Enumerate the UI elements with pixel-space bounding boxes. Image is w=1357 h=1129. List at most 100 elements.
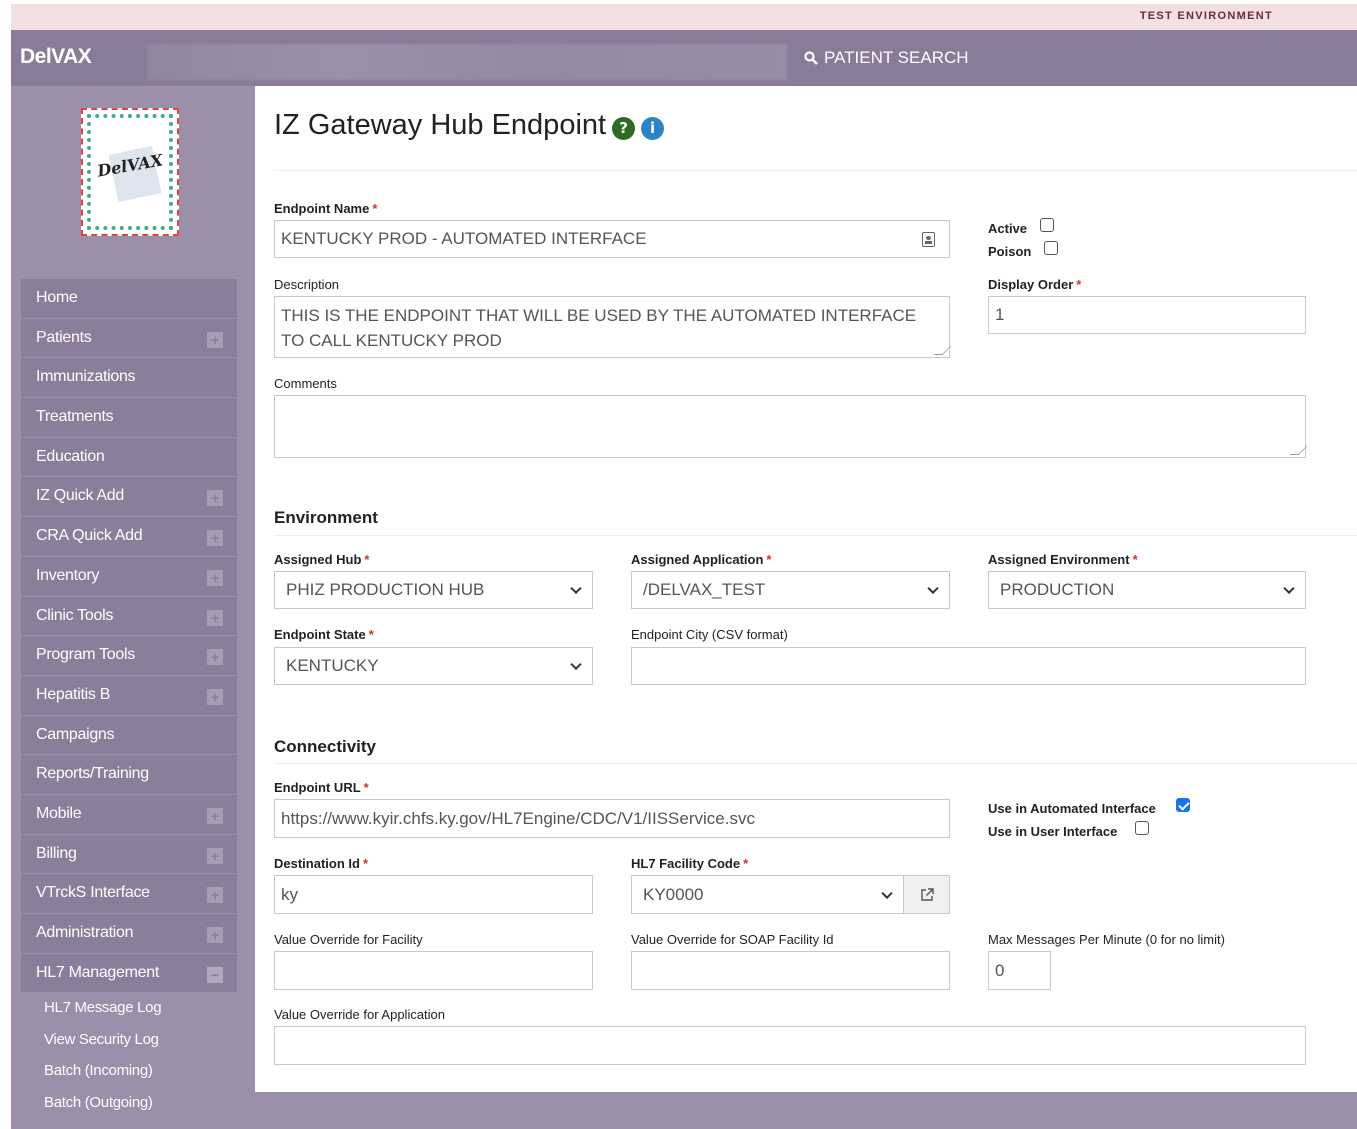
sidebar-item-cra-quick-add[interactable]: CRA Quick Add +: [21, 517, 237, 556]
environment-divider: [274, 535, 1357, 536]
sidebar-item-hl7-management[interactable]: HL7 Management −: [21, 953, 237, 993]
expand-icon[interactable]: +: [207, 649, 223, 666]
use-user-checkbox[interactable]: [1135, 821, 1149, 835]
expand-icon[interactable]: +: [207, 530, 223, 547]
sidebar-item-home[interactable]: Home: [21, 279, 237, 318]
sidebar-item-inventory[interactable]: Inventory +: [21, 556, 237, 596]
sidebar-item-immunizations[interactable]: Immunizations: [21, 358, 237, 398]
environment-section-title: Environment: [274, 508, 378, 527]
expand-icon[interactable]: +: [207, 927, 223, 943]
sidebar-item-label: Treatments: [36, 408, 114, 426]
sidebar-item-label: Campaigns: [36, 725, 115, 743]
use-automated-checkbox[interactable]: [1176, 798, 1190, 812]
sidebar-subitem-hl7-message-log[interactable]: HL7 Message Log: [21, 993, 237, 1025]
sidebar-item-label: Patients: [36, 328, 92, 346]
question-circle-icon[interactable]: ?: [612, 117, 636, 140]
endpoint-url-label: Endpoint URL *: [274, 780, 369, 795]
active-label: Active: [988, 221, 1028, 236]
sidebar-item-patients[interactable]: Patients +: [21, 318, 237, 358]
chevron-down-icon: [927, 582, 939, 595]
max-messages-input[interactable]: 0: [988, 951, 1051, 990]
endpoint-name-input[interactable]: KENTUCKY PROD - AUTOMATED INTERFACE: [274, 220, 950, 258]
poison-checkbox[interactable]: [1044, 241, 1058, 255]
brand-name[interactable]: DelVAX: [20, 45, 92, 69]
hl7-facility-code-select[interactable]: KY0000: [631, 875, 904, 914]
sidebar-subitem-batch-incoming-[interactable]: Batch (Incoming): [21, 1056, 237, 1088]
description-label: Description: [274, 277, 340, 292]
endpoint-city-input[interactable]: [631, 647, 1306, 685]
title-divider: [274, 170, 1357, 171]
sidebar-subitem-view-security-log[interactable]: View Security Log: [21, 1024, 237, 1057]
expand-icon[interactable]: +: [207, 490, 223, 507]
top-navbar: DelVAX PATIENT SEARCH: [11, 30, 1357, 86]
sidebar: DelVAX Home Patients + Immunizations Treatme…: [11, 86, 255, 1129]
expand-icon[interactable]: +: [207, 569, 223, 586]
comments-textarea[interactable]: [274, 395, 1308, 458]
assigned-hub-label: Assigned Hub *: [274, 552, 370, 567]
hl7-facility-code-label: HL7 Facility Code *: [631, 856, 749, 871]
expand-icon[interactable]: +: [207, 688, 223, 705]
active-checkbox[interactable]: [1040, 218, 1054, 232]
destination-id-input[interactable]: ky: [274, 875, 593, 914]
sidebar-nav: Home Patients + Immunizations Treatments Educ…: [21, 279, 237, 1120]
override-application-input[interactable]: [274, 1026, 1306, 1065]
external-link-icon: [921, 888, 934, 901]
sidebar-item-label: Immunizations: [36, 368, 136, 386]
sidebar-item-label: Clinic Tools: [36, 606, 114, 624]
sidebar-item-label: Administration: [36, 924, 134, 941]
sidebar-item-administration[interactable]: Administration +: [21, 914, 237, 953]
sidebar-item-mobile[interactable]: Mobile +: [21, 794, 237, 834]
assigned-environment-select[interactable]: PRODUCTION: [988, 571, 1306, 609]
sidebar-item-reports-training[interactable]: Reports/Training: [21, 755, 237, 794]
sidebar-item-clinic-tools[interactable]: Clinic Tools +: [21, 596, 237, 636]
override-application-label: Value Override for Application: [274, 1007, 446, 1022]
sidebar-item-label: Program Tools: [36, 646, 135, 664]
footer-bar: [255, 1092, 1357, 1129]
sidebar-item-label: Reports/Training: [36, 765, 149, 783]
sidebar-item-education[interactable]: Education: [21, 437, 237, 477]
info-circle-icon[interactable]: i: [641, 117, 665, 140]
sidebar-item-iz-quick-add[interactable]: IZ Quick Add +: [21, 477, 237, 517]
endpoint-state-select[interactable]: KENTUCKY: [274, 647, 593, 685]
expand-icon[interactable]: +: [207, 331, 223, 348]
display-order-input[interactable]: 1: [988, 296, 1306, 334]
sidebar-item-label: Education: [36, 447, 105, 465]
override-facility-input[interactable]: [274, 951, 593, 990]
endpoint-url-input[interactable]: https://www.kyir.chfs.ky.gov/HL7Engine/C…: [274, 799, 950, 838]
expand-icon[interactable]: +: [207, 887, 223, 904]
comments-label: Comments: [274, 376, 337, 391]
sidebar-item-program-tools[interactable]: Program Tools +: [21, 636, 237, 675]
expand-icon[interactable]: +: [207, 847, 223, 864]
endpoint-city-label: Endpoint City (CSV format): [631, 627, 788, 642]
sidebar-item-hepatitis-b[interactable]: Hepatitis B +: [21, 675, 237, 715]
collapse-icon[interactable]: −: [207, 966, 223, 983]
expand-icon[interactable]: +: [207, 609, 223, 626]
connectivity-divider: [274, 763, 1357, 764]
assigned-application-label: Assigned Application *: [631, 552, 772, 567]
environment-label: TEST ENVIRONMENT: [1139, 10, 1273, 22]
sidebar-subitem-batch-outgoing-[interactable]: Batch (Outgoing): [21, 1087, 237, 1120]
page-title: IZ Gateway Hub Endpoint ? i: [274, 109, 665, 142]
description-textarea[interactable]: THIS IS THE ENDPOINT THAT WILL BE USED B…: [274, 296, 952, 358]
use-user-label: Use in User Interface: [988, 824, 1118, 839]
patient-search-label: PATIENT SEARCH: [824, 48, 969, 67]
sidebar-item-billing[interactable]: Billing +: [21, 834, 237, 874]
connectivity-section-title: Connectivity: [274, 737, 377, 756]
override-soap-facility-input[interactable]: [631, 951, 950, 990]
override-facility-label: Value Override for Facility: [274, 932, 423, 947]
patient-search-link[interactable]: PATIENT SEARCH: [804, 48, 969, 68]
sidebar-item-label: VTrckS Interface: [36, 884, 150, 902]
assigned-hub-select[interactable]: PHIZ PRODUCTION HUB: [274, 571, 593, 609]
environment-banner: TEST ENVIRONMENT: [11, 4, 1357, 30]
sidebar-item-label: Home: [36, 289, 78, 306]
assigned-application-select[interactable]: /DELVAX_TEST: [631, 571, 950, 609]
magnifier-icon: [804, 51, 818, 65]
open-facility-button[interactable]: [903, 875, 950, 914]
sidebar-item-campaigns[interactable]: Campaigns: [21, 715, 237, 755]
expand-icon[interactable]: +: [207, 807, 223, 824]
poison-label: Poison: [988, 244, 1032, 259]
sidebar-item-vtrcks-interface[interactable]: VTrckS Interface +: [21, 874, 237, 913]
sidebar-item-label: Inventory: [36, 566, 100, 584]
sidebar-item-label: IZ Quick Add: [36, 487, 124, 505]
sidebar-item-treatments[interactable]: Treatments: [21, 398, 237, 437]
